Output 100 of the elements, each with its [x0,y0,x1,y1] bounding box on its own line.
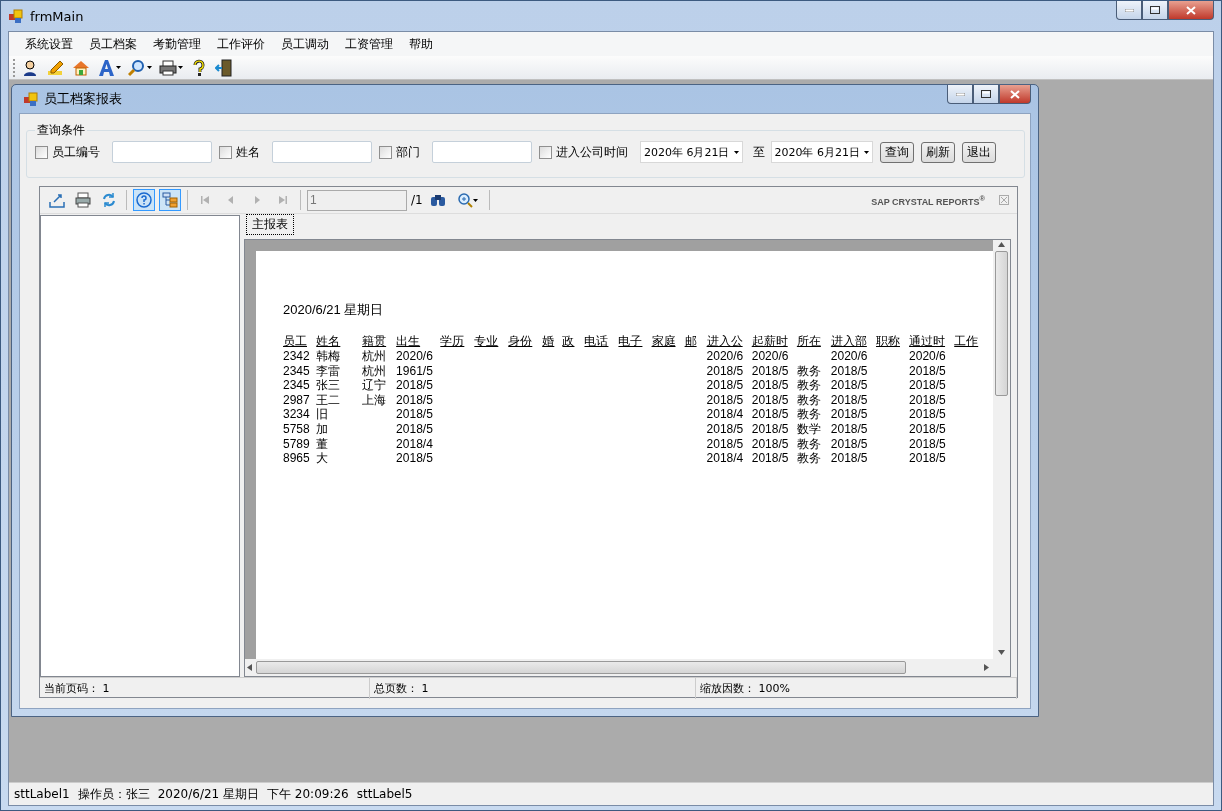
table-cell: 2018/5 [706,421,744,436]
close-icon [1186,5,1196,15]
checkbox[interactable] [219,145,232,159]
input-field[interactable] [112,141,212,163]
table-cell: 2018/5 [396,378,433,393]
viewer-tool-button[interactable] [72,189,94,211]
close-button[interactable] [1168,1,1214,20]
report-date: 2020/6/21 星期日 [283,301,385,319]
table-cell: 大 [316,451,329,466]
toolbar-button[interactable] [158,57,184,78]
table-cell: 辽宁 [362,378,387,393]
date-picker[interactable]: 2020年 6月21日 [770,141,873,163]
menu-item[interactable]: 帮助 [401,32,441,56]
table-cell: 旧 [316,407,329,422]
table-cell: 2018/5 [909,421,946,436]
refresh-icon [101,192,117,208]
input-field[interactable] [272,141,372,163]
table-cell: 2018/5 [909,407,946,422]
menu-item[interactable]: 员工调动 [273,32,337,56]
column-header: 籍贯 [362,334,387,348]
page-number-field[interactable]: 1 [307,189,407,211]
status-text: 操作员：张三 [77,785,150,803]
table-cell: 2018/5 [751,363,789,378]
checkbox[interactable] [539,145,552,159]
table-cell: 2018/5 [706,436,744,451]
table-cell: 2018/5 [751,392,789,407]
page-total: /1 [411,193,423,207]
table-cell: 2018/5 [751,421,789,436]
table-cell: 2020/6 [751,349,789,363]
table-cell: 2018/5 [830,451,868,466]
maximize-icon [1150,6,1160,14]
column-header: 家庭 [651,334,676,348]
column-header: 出生 [396,334,421,348]
checkbox[interactable] [379,145,392,159]
table-cell: 教务 [796,407,821,422]
table-cell: 8965 [283,451,310,466]
date-picker[interactable]: 2020年 6月21日 [640,141,743,163]
toolbar-button[interactable] [127,57,153,78]
table-cell: 2018/5 [751,407,789,422]
menu-item[interactable]: 系统设置 [17,32,81,56]
table-cell: 2018/5 [706,378,744,393]
table-cell: 董 [316,436,329,451]
table-cell: 2345 [283,378,310,393]
table-cell: 2020/6 [396,349,433,363]
column-header: 学历 [440,334,465,348]
table-cell: 2018/5 [751,451,789,466]
table-cell: 上海 [362,392,387,407]
column-header: 员工 [283,334,307,348]
report-tab[interactable]: 主报表 [246,214,294,235]
scroll-down-icon[interactable] [998,650,1005,657]
table-cell: 2018/5 [396,421,433,436]
vertical-scrollbar[interactable] [993,240,1010,659]
minimize-button[interactable] [1116,1,1142,20]
help-icon [136,192,152,208]
maximize-button[interactable] [1142,1,1168,20]
table-cell: 2018/5 [751,436,789,451]
table-cell: 2018/5 [830,421,868,436]
table-cell: 2345 [283,363,310,378]
table-cell: 教务 [796,363,821,378]
menu-item[interactable]: 工作评价 [209,32,273,56]
column-header: 婚 [542,334,555,348]
caret-icon [116,66,121,69]
table-cell: 2018/5 [830,363,868,378]
viewer-tool-button[interactable] [159,189,181,211]
table-cell: 教务 [796,436,821,451]
input-field[interactable] [432,141,532,163]
close-button[interactable] [999,85,1031,104]
checkbox-label: 进入公司时间 [556,143,628,161]
query-button[interactable]: 查询 [880,141,914,163]
caret-icon [178,66,183,69]
menu-item[interactable]: 员工档案 [81,32,145,56]
maximize-button[interactable] [973,85,999,104]
minimize-button[interactable] [947,85,973,104]
query-button[interactable]: 退出 [962,141,996,163]
viewer-status-text: 总页数： 1 [370,678,696,699]
menu-item[interactable]: 考勤管理 [145,32,209,56]
column-header: 电子 [618,334,643,348]
checkbox[interactable] [35,145,48,159]
scroll-left-icon[interactable] [247,664,254,671]
status-text: sttLabel5 [356,787,413,801]
app-icon [23,91,39,107]
table-cell: 2018/5 [396,407,433,422]
horizontal-scrollbar[interactable] [245,659,993,676]
column-header: 身份 [508,334,533,348]
column-header: 姓名 [316,334,341,348]
viewer-tool-button[interactable] [133,189,155,211]
table-cell: 2018/5 [830,392,868,407]
font-icon [97,58,115,77]
scroll-right-icon[interactable] [984,664,991,671]
table-cell: 2018/4 [706,407,744,422]
table-cell: 王二 [316,392,341,407]
scroll-up-icon[interactable] [998,242,1005,249]
table-cell: 2018/5 [396,392,433,407]
query-button[interactable]: 刷新 [921,141,955,163]
caret-icon [864,150,869,154]
table-cell: 张三 [316,378,341,393]
menu-item[interactable]: 工资管理 [337,32,401,56]
viewer-status-text: 当前页码： 1 [40,678,370,699]
toolbar-button[interactable] [214,57,234,78]
tree-icon [162,192,178,208]
